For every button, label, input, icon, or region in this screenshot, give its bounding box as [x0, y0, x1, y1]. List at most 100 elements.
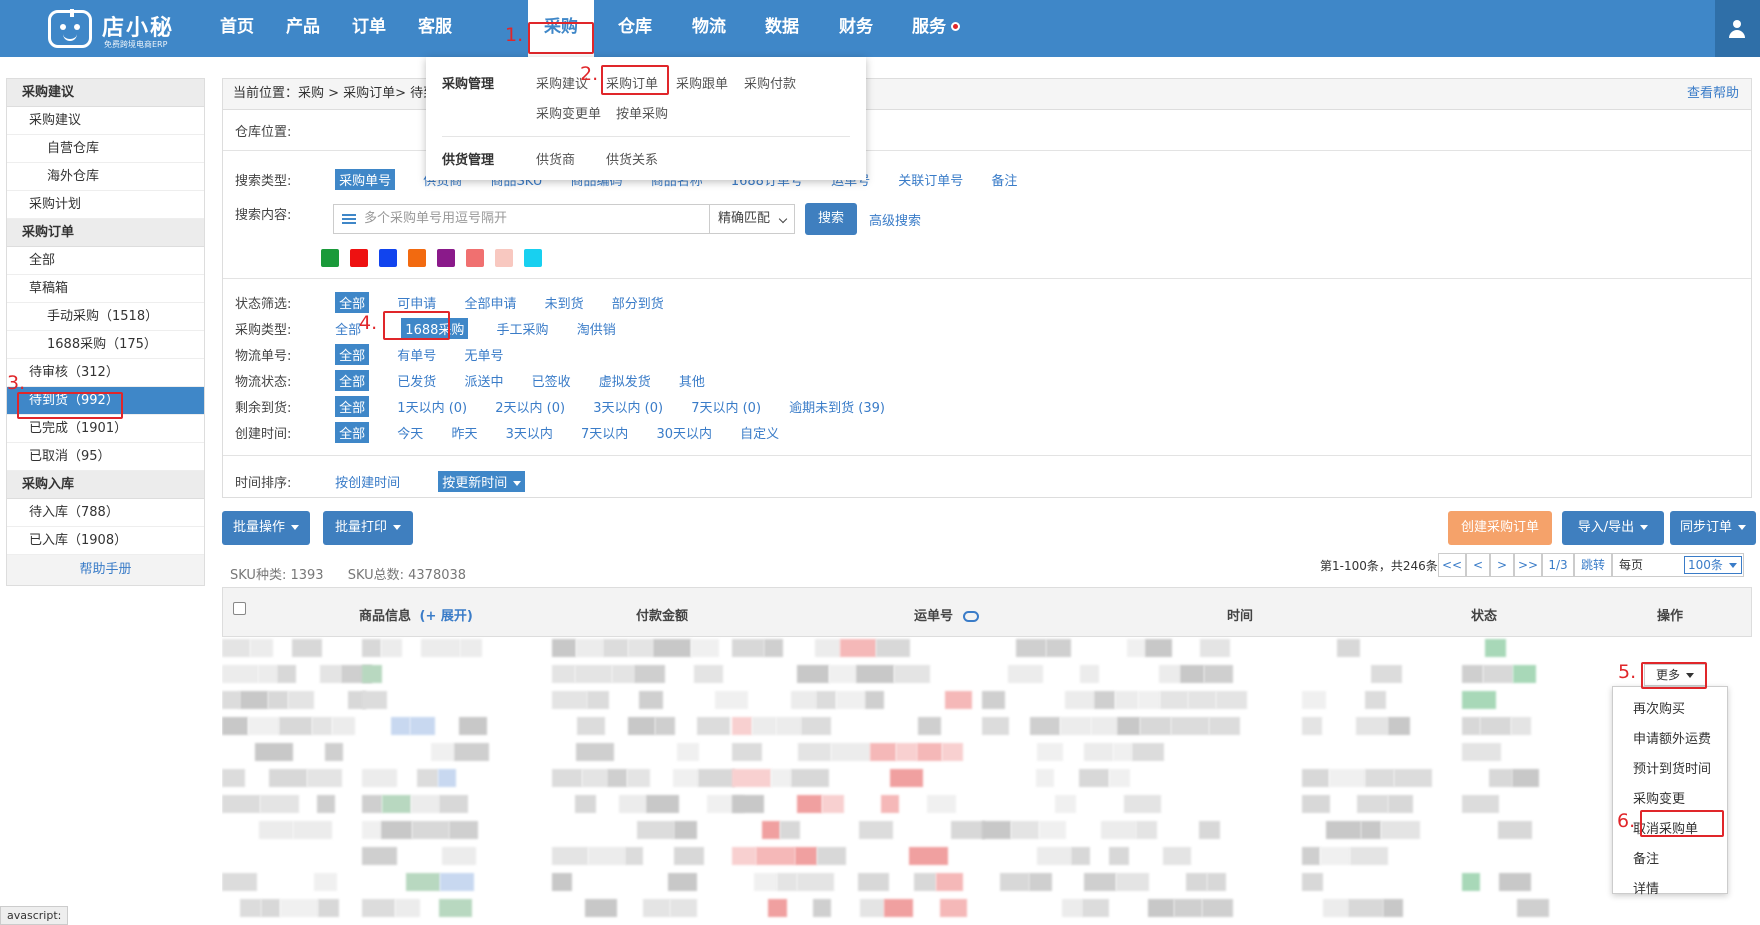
nav-finance[interactable]: 财务 [826, 0, 886, 57]
dropdown-order-based-purchase[interactable]: 按单采购 [616, 103, 668, 122]
select-all-checkbox[interactable] [233, 602, 246, 615]
created-opt-3days[interactable]: 3天以内 [506, 423, 553, 442]
remaining-opt-overdue[interactable]: 逾期未到货 (39) [789, 397, 885, 416]
ptype-opt-manual[interactable]: 手工采购 [497, 319, 549, 338]
search-type-order-no[interactable]: 采购单号 [335, 169, 396, 190]
sort-by-created[interactable]: 按创建时间 [335, 472, 400, 491]
sync-orders-button[interactable]: 同步订单 [1670, 511, 1756, 545]
import-export-button[interactable]: 导入/导出 [1562, 511, 1664, 545]
sidebar-item-plan[interactable]: 采购计划 [7, 191, 204, 219]
advanced-search-link[interactable]: 高级搜索 [869, 210, 921, 229]
remaining-opt-all[interactable]: 全部 [335, 396, 370, 417]
menu-buy-again[interactable]: 再次购买 [1633, 698, 1685, 717]
status-opt-not-arrived[interactable]: 未到货 [545, 293, 584, 312]
remaining-opt-2day[interactable]: 2天以内 (0) [495, 397, 565, 416]
nav-orders[interactable]: 订单 [339, 0, 399, 57]
nav-warehouse[interactable]: 仓库 [605, 0, 665, 57]
sidebar-item-all[interactable]: 全部 [7, 247, 204, 275]
sidebar-item-own-warehouse[interactable]: 自营仓库 [7, 135, 204, 163]
created-opt-yesterday[interactable]: 昨天 [451, 423, 477, 442]
logistics-opt-delivering[interactable]: 派送中 [464, 371, 503, 390]
dropdown-suppliers[interactable]: 供货商 [536, 149, 575, 168]
page-first-button[interactable]: << [1438, 553, 1466, 577]
sidebar-item-suggestion[interactable]: 采购建议 [7, 107, 204, 135]
color-tag-swatch[interactable] [495, 249, 513, 267]
create-purchase-order-button[interactable]: 创建采购订单 [1448, 511, 1552, 545]
user-menu[interactable] [1715, 0, 1760, 57]
logistics-opt-signed[interactable]: 已签收 [532, 371, 571, 390]
created-opt-7days[interactable]: 7天以内 [581, 423, 628, 442]
page-next-button[interactable]: > [1490, 553, 1514, 577]
trackno-opt-has[interactable]: 有单号 [397, 345, 436, 364]
status-opt-all-applied[interactable]: 全部申请 [464, 293, 516, 312]
dropdown-purchase-payment[interactable]: 采购付款 [744, 73, 796, 92]
sort-by-updated[interactable]: 按更新时间 [438, 471, 526, 492]
sidebar-item-1688-purchase[interactable]: 1688采购（175） [7, 331, 204, 359]
color-tag-swatch[interactable] [379, 249, 397, 267]
nav-customer-service[interactable]: 客服 [405, 0, 465, 57]
menu-remark[interactable]: 备注 [1633, 848, 1659, 867]
sidebar-item-overseas-warehouse[interactable]: 海外仓库 [7, 163, 204, 191]
search-type-related-order[interactable]: 关联订单号 [898, 170, 963, 189]
sidebar-item-pending-review[interactable]: 待审核（312） [7, 359, 204, 387]
page-prev-button[interactable]: < [1466, 553, 1490, 577]
page-jump-button[interactable]: 跳转 [1574, 553, 1612, 577]
menu-extra-shipping[interactable]: 申请额外运费 [1633, 728, 1711, 747]
view-help-link[interactable]: 查看帮助 [1687, 79, 1739, 109]
color-tag-swatch[interactable] [524, 249, 542, 267]
sidebar-item-drafts[interactable]: 草稿箱 [7, 275, 204, 303]
logo[interactable]: 店小秘 免费跨境电商ERP [48, 6, 198, 52]
ptype-opt-taogongxiao[interactable]: 淘供销 [577, 319, 616, 338]
redacted-cell [454, 743, 489, 761]
logistics-opt-all[interactable]: 全部 [335, 370, 370, 391]
menu-details[interactable]: 详情 [1633, 878, 1659, 897]
created-opt-custom[interactable]: 自定义 [740, 423, 779, 442]
color-tag-swatch[interactable] [350, 249, 368, 267]
nav-data[interactable]: 数据 [752, 0, 812, 57]
sidebar-item-completed[interactable]: 已完成（1901） [7, 415, 204, 443]
sidebar-item-cancelled[interactable]: 已取消（95） [7, 443, 204, 471]
remaining-opt-3day[interactable]: 3天以内 (0) [593, 397, 663, 416]
sidebar-item-manual-purchase[interactable]: 手动采购（1518） [7, 303, 204, 331]
remaining-opt-1day[interactable]: 1天以内 (0) [397, 397, 467, 416]
page-last-button[interactable]: >> [1514, 553, 1542, 577]
dropdown-supply-relations[interactable]: 供货关系 [606, 149, 658, 168]
created-opt-all[interactable]: 全部 [335, 422, 370, 443]
batch-operations-button[interactable]: 批量操作 [222, 511, 310, 545]
color-tag-swatch[interactable] [466, 249, 484, 267]
search-input[interactable]: 多个采购单号用逗号隔开 [333, 204, 710, 234]
created-opt-30days[interactable]: 30天以内 [656, 423, 712, 442]
logistics-opt-other[interactable]: 其他 [679, 371, 705, 390]
trackno-opt-none[interactable]: 无单号 [464, 345, 503, 364]
status-opt-partial[interactable]: 部分到货 [612, 293, 664, 312]
menu-expected-arrival[interactable]: 预计到货时间 [1633, 758, 1711, 777]
trackno-opt-all[interactable]: 全部 [335, 344, 370, 365]
dropdown-purchase-tracking[interactable]: 采购跟单 [676, 73, 728, 92]
menu-purchase-change[interactable]: 采购变更 [1633, 788, 1685, 807]
nav-logistics[interactable]: 物流 [679, 0, 739, 57]
match-mode-select[interactable]: 精确匹配 [709, 204, 795, 234]
sidebar-item-pending-inbound[interactable]: 待入库（788） [7, 499, 204, 527]
nav-services[interactable]: 服务 [899, 0, 959, 57]
color-tag-swatch[interactable] [321, 249, 339, 267]
color-tag-swatch[interactable] [408, 249, 426, 267]
cloud-download-icon[interactable] [962, 611, 979, 622]
sidebar-item-inbound-done[interactable]: 已入库（1908） [7, 527, 204, 555]
search-type-remark[interactable]: 备注 [991, 170, 1017, 189]
ptype-opt-all[interactable]: 全部 [335, 319, 361, 338]
nav-products[interactable]: 产品 [273, 0, 333, 57]
remaining-opt-7day[interactable]: 7天以内 (0) [691, 397, 761, 416]
per-page-select[interactable]: 100条 [1684, 556, 1742, 574]
logistics-opt-virtual[interactable]: 虚拟发货 [599, 371, 651, 390]
color-tag-swatch[interactable] [437, 249, 455, 267]
expand-toggle[interactable]: (+ 展开) [420, 609, 473, 624]
created-opt-today[interactable]: 今天 [397, 423, 423, 442]
status-opt-all[interactable]: 全部 [335, 292, 370, 313]
sidebar-help-link[interactable]: 帮助手册 [7, 555, 204, 585]
batch-print-button[interactable]: 批量打印 [323, 511, 413, 545]
search-button[interactable]: 搜索 [805, 203, 857, 235]
nav-home[interactable]: 首页 [207, 0, 267, 57]
logistics-opt-shipped[interactable]: 已发货 [397, 371, 436, 390]
dropdown-purchase-change[interactable]: 采购变更单 [536, 103, 601, 122]
status-opt-applicable[interactable]: 可申请 [397, 293, 436, 312]
